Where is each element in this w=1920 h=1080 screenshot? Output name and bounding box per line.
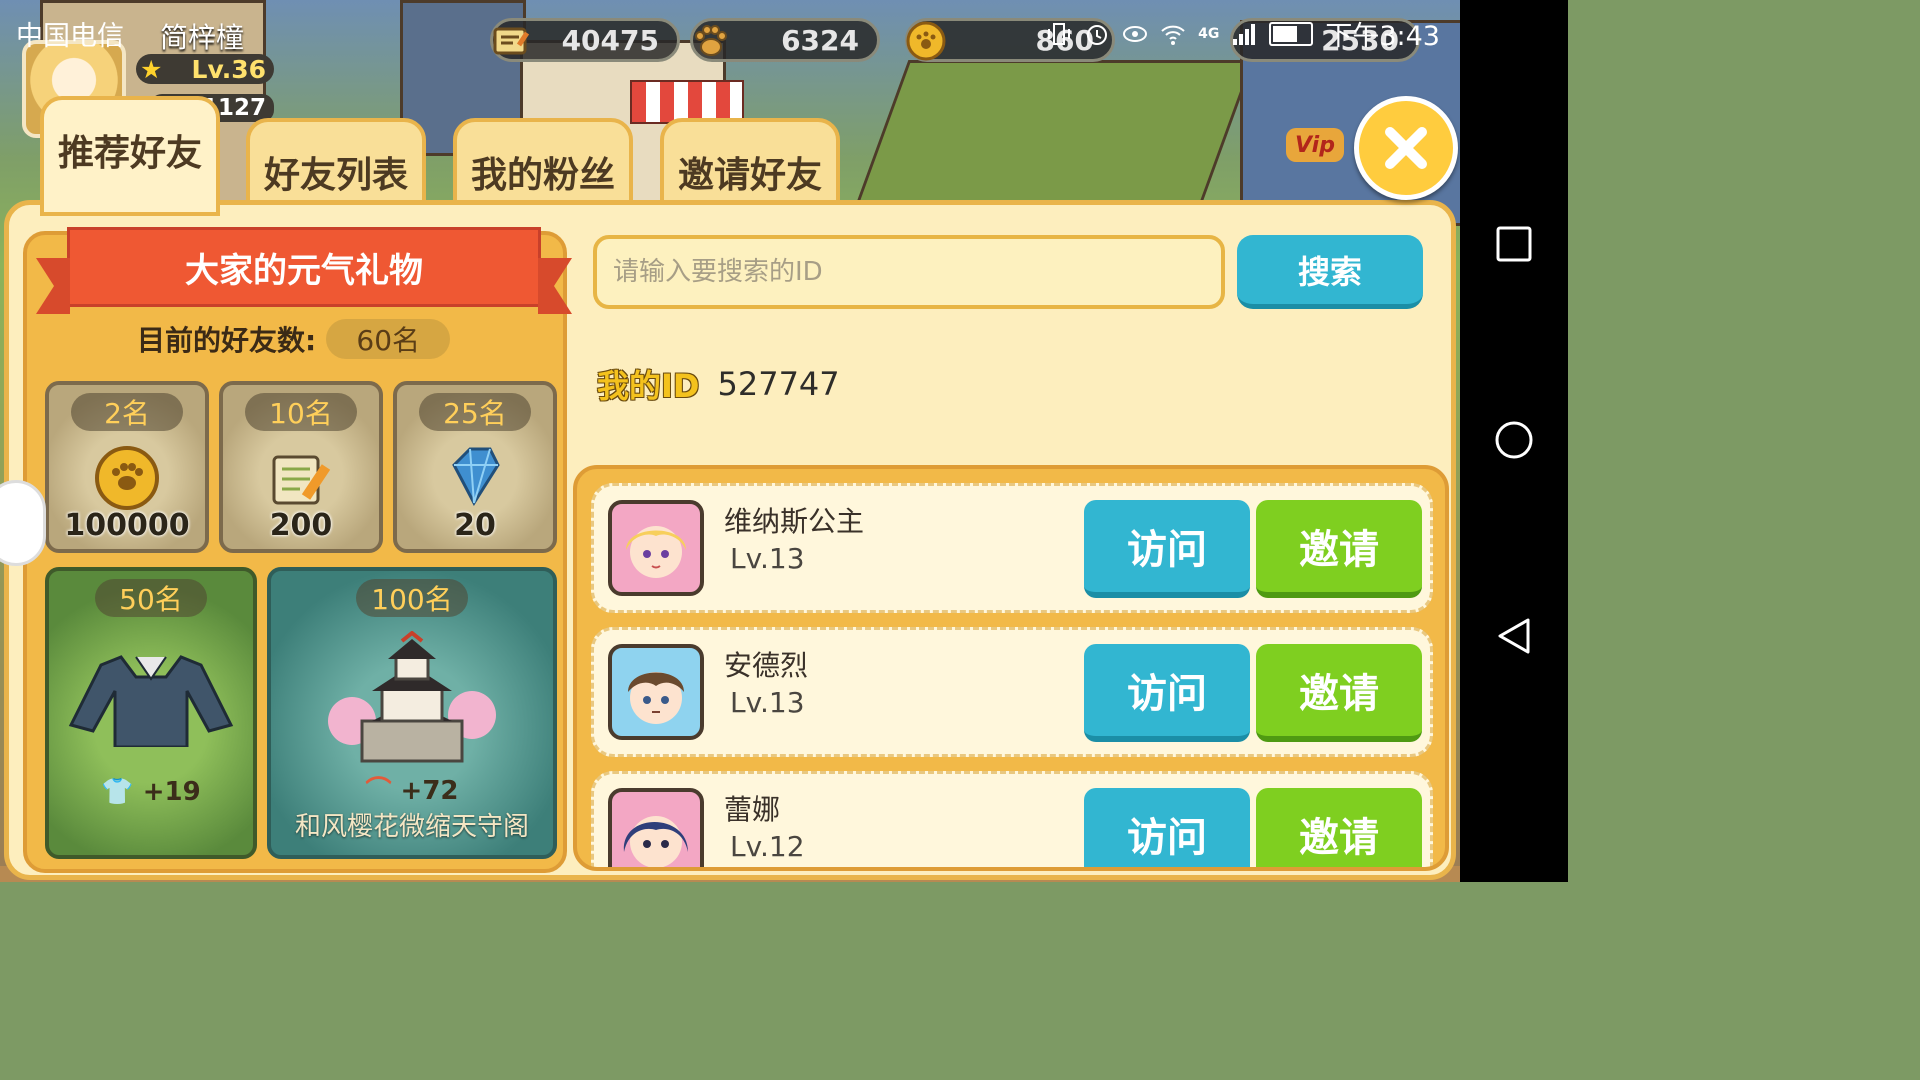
side-drawer-handle[interactable]: [0, 480, 46, 566]
close-button[interactable]: [1354, 96, 1458, 200]
reward-bonus: ⌒ +72: [271, 770, 553, 807]
reward-bonus: 👕 +19: [49, 777, 253, 807]
back-triangle-icon: [1498, 618, 1530, 654]
tab-friend-list[interactable]: 好友列表: [246, 118, 426, 212]
friend-avatar[interactable]: [608, 500, 704, 596]
visit-button[interactable]: 访问: [1084, 644, 1250, 742]
gift-rewards-panel: 大家的元气礼物 目前的好友数: 60名 2名 100000 10名 200 25…: [23, 227, 572, 873]
list-item: 维纳斯公主 Lv.13 访问 邀请: [591, 483, 1433, 613]
friend-count-row: 目前的好友数: 60名: [137, 319, 451, 359]
friend-count-value: 60名: [326, 319, 451, 359]
reward-caption: 和风樱花微缩天守阁: [294, 812, 529, 842]
visit-button[interactable]: 访问: [1084, 788, 1250, 867]
list-item: 安德烈 Lv.13 访问 邀请: [591, 627, 1433, 757]
rainbow-icon: ⌒: [365, 776, 392, 806]
reward-tier-100[interactable]: 100名 ⌒ +72 和风樱花微缩天守阁: [267, 567, 557, 859]
tab-recommended-friends[interactable]: 推荐好友: [40, 96, 220, 216]
reward-tier-10[interactable]: 10名 200: [219, 381, 383, 553]
battery-icon: [1269, 21, 1314, 46]
reward-tier-label: 50名: [95, 579, 207, 617]
invite-button[interactable]: 邀请: [1256, 500, 1422, 598]
back-button[interactable]: [1494, 616, 1534, 656]
my-id-value: 527747: [717, 365, 840, 403]
search-input[interactable]: [593, 235, 1225, 309]
castle-icon: [322, 630, 502, 781]
status-icons: 4G 下午3:43: [1046, 14, 1440, 53]
gift-panel-title: 大家的元气礼物: [36, 227, 572, 314]
reward-amount: 20: [454, 508, 496, 543]
friends-panel: 大家的元气礼物 目前的好友数: 60名 2名 100000 10名 200 25…: [4, 200, 1456, 880]
friend-name: 蕾娜: [724, 793, 781, 826]
search-button[interactable]: 搜索: [1237, 235, 1423, 309]
reward-tier-label: 10名: [245, 393, 357, 431]
signal-icon: [1231, 21, 1257, 47]
reward-bonus-value: +72: [400, 776, 459, 806]
friend-name: 维纳斯公主: [724, 505, 865, 538]
my-id-label: 我的ID: [597, 367, 700, 405]
close-icon: [1385, 127, 1427, 169]
friend-level: Lv.12: [730, 830, 805, 863]
invite-button[interactable]: 邀请: [1256, 644, 1422, 742]
carrier-label: 中国电信: [16, 21, 124, 52]
reward-tier-label: 2名: [71, 393, 183, 431]
tab-my-fans[interactable]: 我的粉丝: [453, 118, 633, 212]
circle-icon: [1495, 421, 1533, 459]
home-button[interactable]: [1494, 420, 1534, 460]
vibrate-icon: [1046, 21, 1072, 47]
reward-tier-50[interactable]: 50名 👕 +19: [45, 567, 257, 859]
android-nav-bar: [1460, 0, 1568, 882]
wifi-icon: [1160, 21, 1186, 47]
reward-tier-25[interactable]: 25名 20: [393, 381, 557, 553]
friend-avatar[interactable]: [608, 644, 704, 740]
reward-bonus-value: +19: [142, 777, 201, 807]
garden-plot: [851, 60, 1255, 216]
reward-tier-label: 100名: [356, 579, 468, 617]
tab-invite-friends[interactable]: 邀请好友: [660, 118, 840, 212]
my-id-row: 我的ID 527747: [597, 361, 840, 407]
square-icon: [1496, 226, 1532, 262]
friend-avatar[interactable]: [608, 788, 704, 867]
list-item: 蕾娜 Lv.12 访问 邀请: [591, 771, 1433, 867]
recommended-friends-list[interactable]: 维纳斯公主 Lv.13 访问 邀请 安德烈 Lv.13 访问 邀请 蕾娜 Lv.…: [573, 465, 1449, 871]
jacket-icon: [66, 647, 236, 757]
reward-amount: 100000: [64, 508, 190, 543]
reward-tier-label: 25名: [419, 393, 531, 431]
eye-icon: [1122, 21, 1148, 47]
reward-tier-2[interactable]: 2名 100000: [45, 381, 209, 553]
friend-name: 安德烈: [724, 649, 809, 682]
vip-badge[interactable]: Vip: [1286, 128, 1344, 162]
friend-level: Lv.13: [730, 686, 805, 719]
friend-level: Lv.13: [730, 542, 805, 575]
shirt-icon: 👕: [101, 777, 134, 807]
recent-apps-button[interactable]: [1494, 224, 1534, 264]
reward-amount: 200: [269, 508, 333, 543]
network-type: 4G: [1198, 25, 1220, 42]
alarm-icon: [1084, 21, 1110, 47]
player-name: 简梓橦: [160, 21, 245, 54]
friend-count-label: 目前的好友数:: [137, 324, 317, 357]
visit-button[interactable]: 访问: [1084, 500, 1250, 598]
invite-button[interactable]: 邀请: [1256, 788, 1422, 867]
clock: 下午3:43: [1325, 21, 1440, 52]
